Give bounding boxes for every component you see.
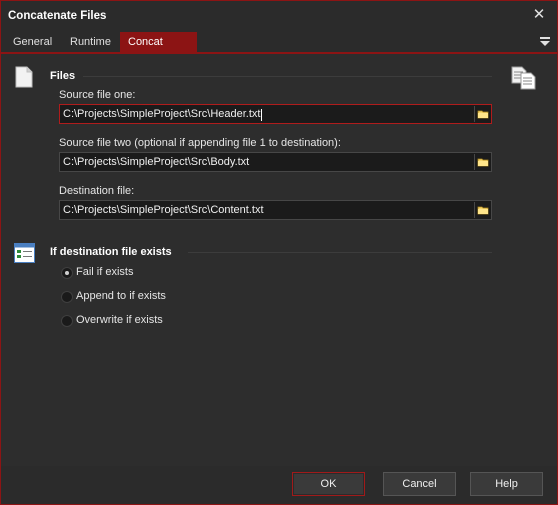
tab-concat-files[interactable]: Concat Files [120, 32, 197, 69]
folder-icon[interactable] [474, 106, 490, 122]
tab-content: Files Source file one: C:\Projects\Simpl… [1, 56, 557, 466]
source-file-one-label: Source file one: [59, 89, 136, 101]
dialog-footer: OK Cancel Help [1, 466, 557, 504]
radio-button[interactable] [61, 315, 73, 327]
source-file-two-label: Source file two (optional if appending f… [59, 137, 341, 149]
folder-icon[interactable] [474, 154, 490, 170]
menu-dropdown-icon[interactable] [539, 35, 551, 47]
destination-file-value[interactable]: C:\Projects\SimpleProject\Src\Content.tx… [63, 204, 264, 216]
source-file-one-value[interactable]: C:\Projects\SimpleProject\Src\Header.txt [63, 108, 260, 120]
source-file-one-input[interactable]: C:\Projects\SimpleProject\Src\Header.txt [59, 104, 492, 124]
cancel-button[interactable]: Cancel [383, 472, 456, 496]
form-options-icon [14, 243, 35, 263]
help-button[interactable]: Help [470, 472, 543, 496]
text-caret [261, 109, 262, 121]
copy-documents-icon [511, 66, 536, 90]
files-section-header: Files [50, 70, 76, 82]
close-icon[interactable]: ✕ [529, 6, 549, 26]
radio-label[interactable]: Fail if exists [76, 266, 133, 278]
destination-file-label: Destination file: [59, 185, 135, 197]
title-bar: Concatenate Files ✕ [1, 1, 557, 31]
destination-file-input[interactable]: C:\Projects\SimpleProject\Src\Content.tx… [59, 200, 492, 220]
files-section-divider [83, 76, 492, 77]
radio-button[interactable] [61, 291, 73, 303]
tab-bar: General Runtime Concat Files [1, 31, 557, 69]
radio-button[interactable] [61, 267, 73, 279]
window-title: Concatenate Files [8, 10, 107, 22]
radio-label[interactable]: Append to if exists [76, 290, 166, 302]
radio-label[interactable]: Overwrite if exists [76, 314, 163, 326]
tab-general[interactable]: General [5, 32, 60, 53]
source-file-two-value[interactable]: C:\Projects\SimpleProject\Src\Body.txt [63, 156, 249, 168]
document-icon [15, 66, 33, 88]
ok-button[interactable]: OK [292, 472, 365, 496]
folder-icon[interactable] [474, 202, 490, 218]
exists-section-header: If destination file exists [50, 246, 172, 258]
dialog-window: Concatenate Files ✕ General Runtime Conc… [0, 0, 558, 505]
source-file-two-input[interactable]: C:\Projects\SimpleProject\Src\Body.txt [59, 152, 492, 172]
tab-runtime[interactable]: Runtime [62, 32, 119, 53]
exists-section-divider [188, 252, 492, 253]
